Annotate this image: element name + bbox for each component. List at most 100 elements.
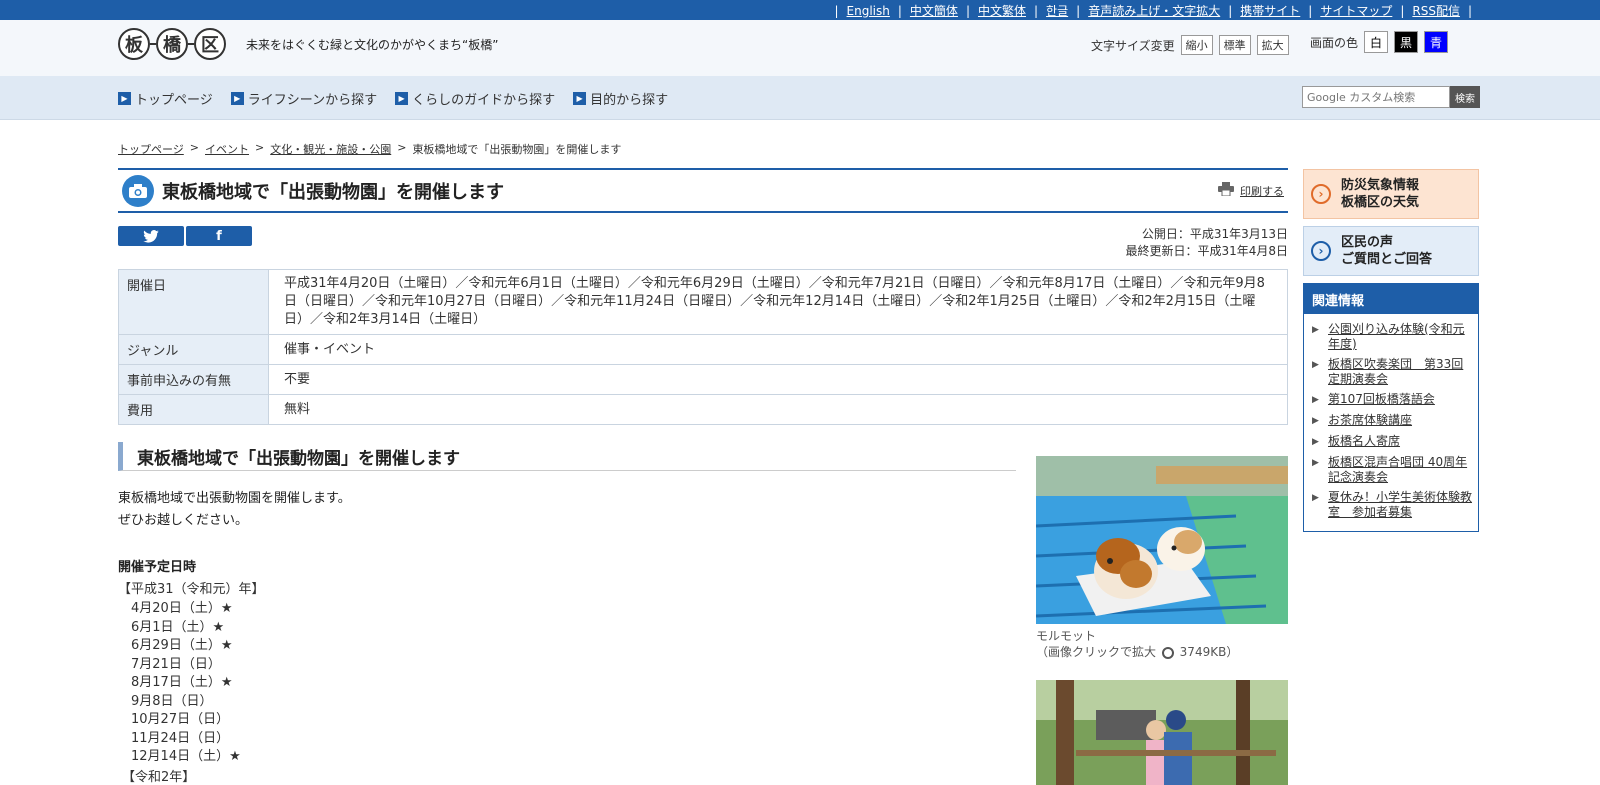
triangle-right-icon: ▶ xyxy=(1312,493,1319,503)
guinea-pig-photo[interactable] xyxy=(1036,456,1288,624)
ward-weather-label: 板橋区の天気 xyxy=(1341,195,1420,210)
breadcrumb-events[interactable]: イベント xyxy=(205,141,249,157)
list-item: 7月21日（日） xyxy=(131,656,221,672)
table-header: 費用 xyxy=(118,394,269,425)
related-link[interactable]: お茶席体験講座 xyxy=(1328,413,1412,429)
triangle-right-icon: ▶ xyxy=(1312,437,1319,447)
logo-char: 区 xyxy=(194,28,226,60)
facebook-icon: f xyxy=(216,228,222,244)
table-header: 事前申込みの有無 xyxy=(118,364,269,395)
table-row: 費用 無料 xyxy=(118,394,1288,425)
logo-char: 板 xyxy=(118,28,150,60)
breadcrumb-culture[interactable]: 文化・観光・施設・公園 xyxy=(270,141,391,157)
facebook-share-button[interactable]: f xyxy=(186,226,252,246)
search-input[interactable] xyxy=(1302,86,1450,108)
site-header: 板 橋 区 未来をはぐくむ緑と文化のかがやくまち“板橋” 文字サイズ変更 縮小 … xyxy=(0,20,1600,76)
list-item: ▶ 夏休み！小学生美術体験教室 参加者募集 xyxy=(1312,490,1472,520)
disaster-weather-button[interactable]: › 防災気象情報 板橋区の天気 xyxy=(1303,169,1479,219)
link-voice-reader[interactable]: 音声読み上げ・文字拡大 xyxy=(1088,2,1220,19)
table-header: ジャンル xyxy=(118,334,269,365)
twitter-icon xyxy=(143,229,159,243)
list-item: 10月27日（日） xyxy=(131,712,230,727)
twitter-share-button[interactable] xyxy=(118,226,184,246)
triangle-right-icon: ▶ xyxy=(1312,416,1319,426)
breadcrumb-top[interactable]: トップページ xyxy=(118,141,184,157)
list-item: 4月20日（土）★ xyxy=(131,601,233,616)
table-row: ジャンル 催事・イベント xyxy=(118,334,1288,365)
page-title: 東板橋地域で「出張動物園」を開催します xyxy=(162,181,504,203)
print-label: 印刷する xyxy=(1240,184,1284,198)
link-chinese-traditional[interactable]: 中文繁体 xyxy=(978,2,1026,19)
schedule-year: 【平成31（令和元）年】 xyxy=(118,582,265,597)
printer-icon xyxy=(1218,182,1234,199)
link-mobile-site[interactable]: 携帯サイト xyxy=(1240,2,1300,19)
triangle-right-icon: ▶ xyxy=(1312,325,1319,335)
chevron-right-icon: › xyxy=(1311,241,1331,261)
zoom-text: （画像クリックで拡大 xyxy=(1036,645,1157,659)
nav-top-page[interactable]: ▶ トップページ xyxy=(118,89,213,108)
section-heading: 東板橋地域で「出張動物園」を開催します xyxy=(118,442,1016,471)
link-rss[interactable]: RSS配信 xyxy=(1412,2,1460,19)
table-cell: 無料 xyxy=(268,394,1288,425)
color-white-button[interactable]: 白 xyxy=(1364,31,1389,53)
triangle-right-icon: ▶ xyxy=(1312,458,1319,468)
page-dates: 公開日：平成31年3月13日 最終更新日：平成31年4月8日 xyxy=(1125,226,1288,260)
breadcrumb: トップページ > イベント > 文化・観光・施設・公園 > 東板橋地域で「出張動物園」… xyxy=(118,141,622,157)
zoom-icon xyxy=(1161,646,1174,659)
related-info-heading: 関連情報 xyxy=(1304,284,1478,314)
link-chinese-simplified[interactable]: 中文簡体 xyxy=(910,2,958,19)
link-english[interactable]: English xyxy=(847,4,890,18)
citizen-voice-button[interactable]: › 区民の声 ご質問とご回答 xyxy=(1303,226,1479,276)
related-link[interactable]: 第107回板橋落語会 xyxy=(1328,392,1435,408)
search-button[interactable]: 検索 xyxy=(1450,86,1480,108)
camera-icon xyxy=(122,174,154,207)
font-size-label: 文字サイズ変更 xyxy=(1091,38,1175,53)
paragraph: 東板橋地域で出張動物園を開催します。 xyxy=(118,491,351,506)
related-list: ▶ 公園刈り込み体験(令和元年度) ▶ 板橋区吹奏楽団 第33回定期演奏会 ▶ 第10… xyxy=(1304,314,1478,531)
park-photo[interactable] xyxy=(1036,680,1288,785)
published-date: 公開日：平成31年3月13日 xyxy=(1141,227,1288,241)
font-size-control: 文字サイズ変更 縮小 標準 拡大 xyxy=(1091,35,1289,55)
print-button[interactable]: 印刷する xyxy=(1218,182,1284,199)
nav-living-guide[interactable]: ▶ くらしのガイドから探す xyxy=(395,89,555,108)
arrow-right-icon: ▶ xyxy=(230,92,244,105)
site-tagline: 未来をはぐくむ緑と文化のかがやくまち“板橋” xyxy=(246,38,499,52)
schedule-list: 4月20日（土）★ 6月1日（土）★ 6月29日（土）★ 7月21日（日） 8月… xyxy=(131,600,241,767)
color-blue-button[interactable]: 青 xyxy=(1424,31,1449,53)
font-size-smaller-button[interactable]: 縮小 xyxy=(1180,35,1213,55)
citizen-voice-label: 区民の声 xyxy=(1341,235,1394,250)
related-link[interactable]: 板橋名人寄席 xyxy=(1328,434,1400,450)
nav-label: トップページ xyxy=(135,93,213,108)
font-size-larger-button[interactable]: 拡大 xyxy=(1256,35,1289,55)
link-sitemap[interactable]: サイトマップ xyxy=(1320,2,1392,19)
photo-caption: モルモット （画像クリックで拡大 3749KB） xyxy=(1036,628,1238,660)
screen-color-label: 画面の色 xyxy=(1310,35,1359,50)
link-korean[interactable]: 한글 xyxy=(1046,2,1068,19)
list-item: ▶ 板橋名人寄席 xyxy=(1312,434,1472,450)
related-link[interactable]: 夏休み！小学生美術体験教室 参加者募集 xyxy=(1328,490,1472,520)
breadcrumb-current: 東板橋地域で「出張動物園」を開催します xyxy=(412,143,622,156)
list-item: ▶ 第107回板橋落語会 xyxy=(1312,392,1472,408)
related-link[interactable]: 板橋区吹奏楽団 第33回定期演奏会 xyxy=(1328,357,1472,387)
site-logo[interactable]: 板 橋 区 xyxy=(118,28,226,60)
arrow-right-icon: ▶ xyxy=(395,92,409,105)
nav-purpose[interactable]: ▶ 目的から探す xyxy=(573,89,668,108)
list-item: ▶ 公園刈り込み体験(令和元年度) xyxy=(1312,322,1472,352)
color-black-button[interactable]: 黒 xyxy=(1394,31,1419,53)
table-cell: 催事・イベント xyxy=(268,334,1288,365)
faq-label: ご質問とご回答 xyxy=(1341,252,1433,267)
list-item: ▶ 板橋区混声合唱団 40周年記念演奏会 xyxy=(1312,455,1472,485)
global-nav: ▶ トップページ ▶ ライフシーンから探す ▶ くらしのガイドから探す ▶ 目的から探す… xyxy=(0,76,1600,120)
arrow-right-icon: ▶ xyxy=(118,92,131,105)
table-cell: 不要 xyxy=(268,364,1288,395)
site-search: 検索 xyxy=(1302,86,1480,108)
list-item: 11月24日（日） xyxy=(131,730,230,746)
nav-life-scene[interactable]: ▶ ライフシーンから探す xyxy=(230,89,377,108)
table-header: 開催日 xyxy=(118,269,269,335)
font-size-standard-button[interactable]: 標準 xyxy=(1218,35,1251,55)
chevron-right-icon: › xyxy=(1311,184,1331,204)
related-info-panel: 関連情報 ▶ 公園刈り込み体験(令和元年度) ▶ 板橋区吹奏楽団 第33回定期演奏会… xyxy=(1303,283,1479,532)
utility-links: | English | 中文簡体 | 中文繁体 | 한글 | 音声読み上げ・文字拡大 | … xyxy=(834,2,1472,19)
related-link[interactable]: 公園刈り込み体験(令和元年度) xyxy=(1328,322,1472,352)
related-link[interactable]: 板橋区混声合唱団 40周年記念演奏会 xyxy=(1328,455,1472,485)
